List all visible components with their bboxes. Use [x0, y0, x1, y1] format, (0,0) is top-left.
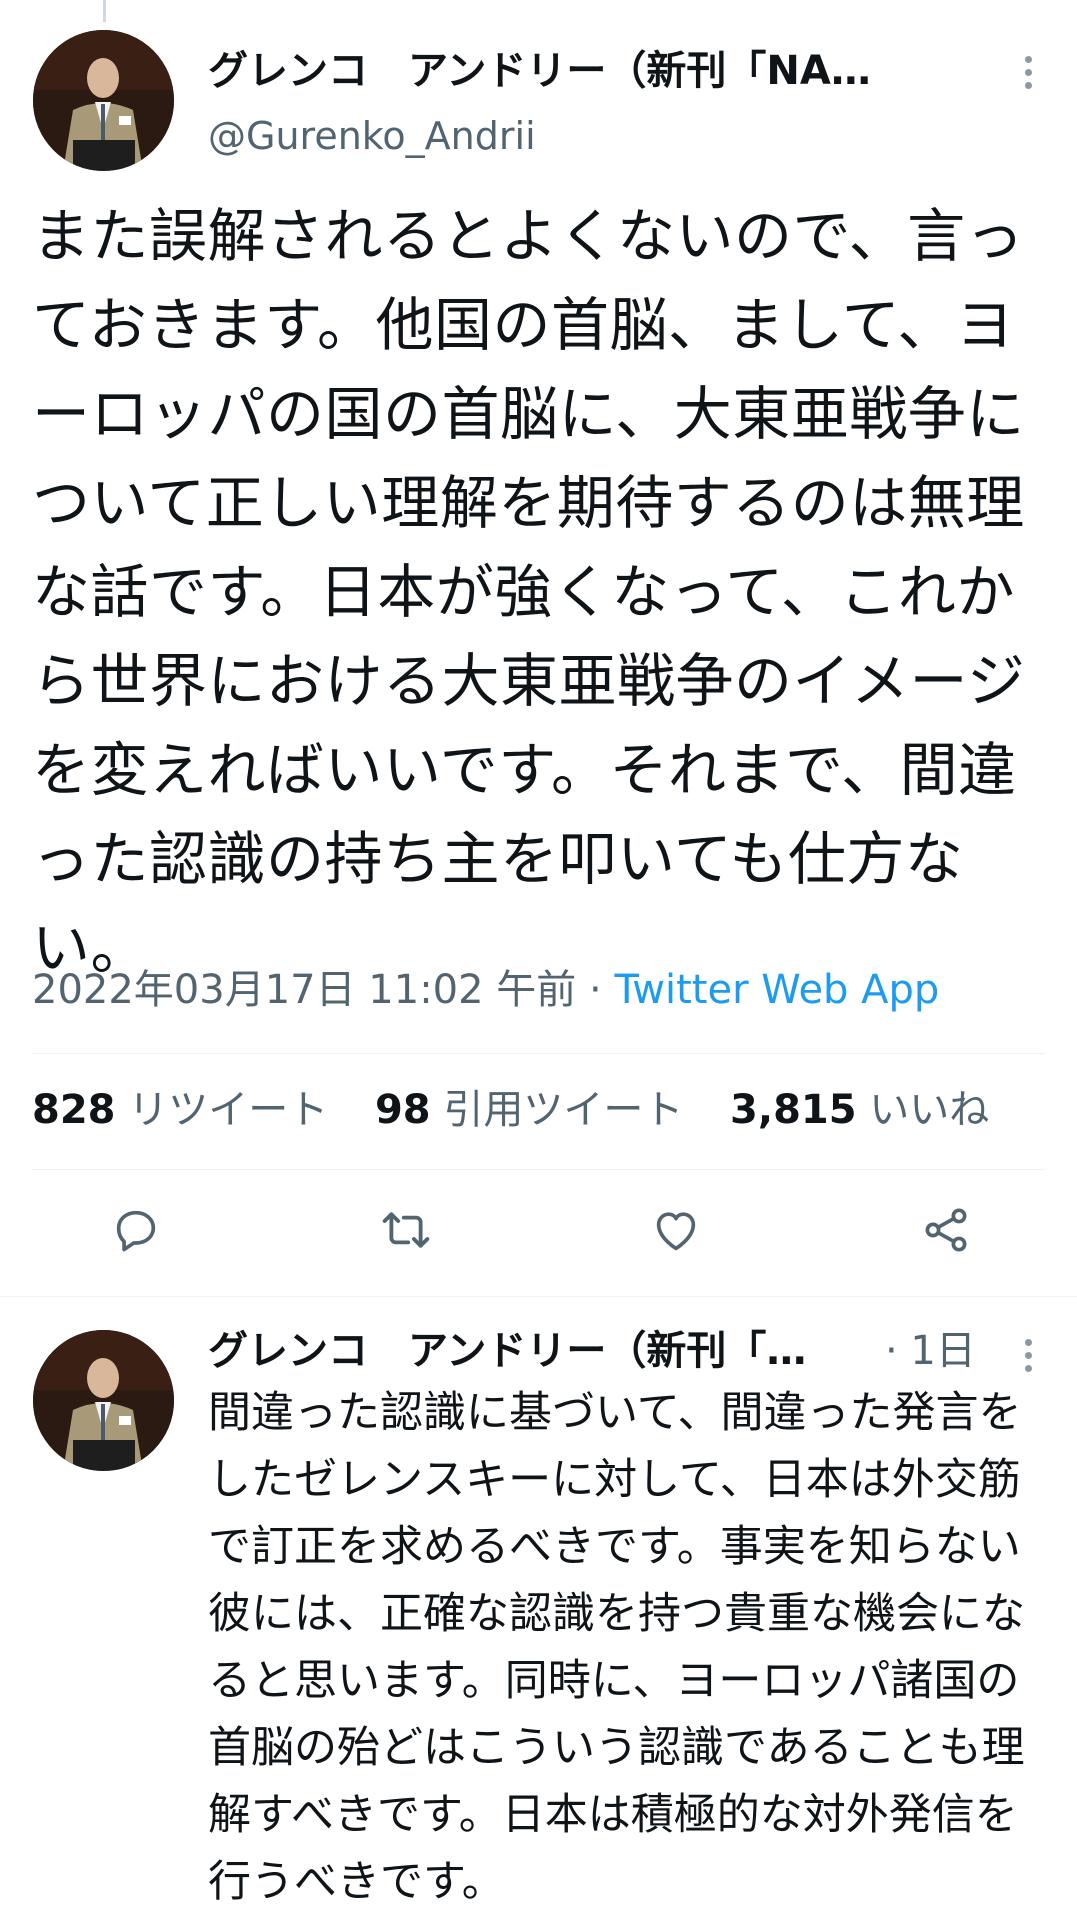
likes-count: 3,815	[730, 1087, 857, 1133]
like-button[interactable]	[646, 1200, 706, 1260]
quotes-count: 98	[374, 1087, 431, 1133]
reply-icon	[116, 1210, 156, 1252]
meta-separator: ·	[576, 967, 615, 1013]
avatar-image	[33, 30, 174, 171]
divider	[0, 1296, 1077, 1297]
quotes-label: 引用ツイート	[443, 1087, 684, 1133]
tweet-source-link[interactable]: Twitter Web App	[614, 967, 939, 1013]
tweet-stats: 828 リツイート 98 引用ツイート 3,815 いいね	[32, 1085, 1023, 1135]
retweets-label: リツイート	[128, 1087, 329, 1133]
share-button[interactable]	[916, 1200, 976, 1260]
tweet-meta: 2022年03月17日 11:02 午前 · Twitter Web App	[32, 965, 939, 1015]
more-vertical-icon[interactable]	[1008, 42, 1048, 102]
display-name[interactable]: グレンコ アンドリー（新刊「NA…	[208, 46, 938, 96]
retweet-icon	[382, 1212, 430, 1248]
tweet-relative-time[interactable]: · 1日	[885, 1326, 976, 1376]
retweet-button[interactable]	[376, 1200, 436, 1260]
likes-stat[interactable]: 3,815 いいね	[730, 1087, 989, 1133]
quotes-stat[interactable]: 98 引用ツイート	[375, 1087, 683, 1133]
avatar-image	[33, 1330, 174, 1471]
display-name[interactable]: グレンコ アンドリー（新刊「…	[208, 1326, 848, 1376]
avatar[interactable]	[33, 1330, 174, 1471]
avatar[interactable]	[33, 30, 174, 171]
divider	[32, 1169, 1045, 1170]
likes-label: いいね	[869, 1087, 990, 1133]
divider	[32, 1053, 1045, 1054]
heart-icon	[656, 1212, 696, 1251]
tweet-text: また誤解されるとよくないので、言っておきます。他国の首脳、まして、ヨーロッパの国…	[32, 202, 1026, 982]
user-handle[interactable]: @Gurenko_Andrii	[208, 112, 536, 160]
retweets-stat[interactable]: 828 リツイート	[32, 1087, 328, 1133]
more-vertical-icon[interactable]	[1008, 1325, 1048, 1385]
share-icon	[925, 1208, 967, 1252]
tweet-text: 間違った認識に基づいて、間違った発言をしたゼレンスキーに対して、日本は外交筋で訂…	[208, 1388, 1025, 1907]
main-tweet: グレンコ アンドリー（新刊「NA… @Gurenko_Andrii また誤解され…	[0, 0, 1077, 1296]
reply-button[interactable]	[106, 1200, 166, 1260]
retweets-count: 828	[32, 1087, 116, 1133]
tweet-timestamp[interactable]: 2022年03月17日 11:02 午前	[32, 967, 576, 1013]
